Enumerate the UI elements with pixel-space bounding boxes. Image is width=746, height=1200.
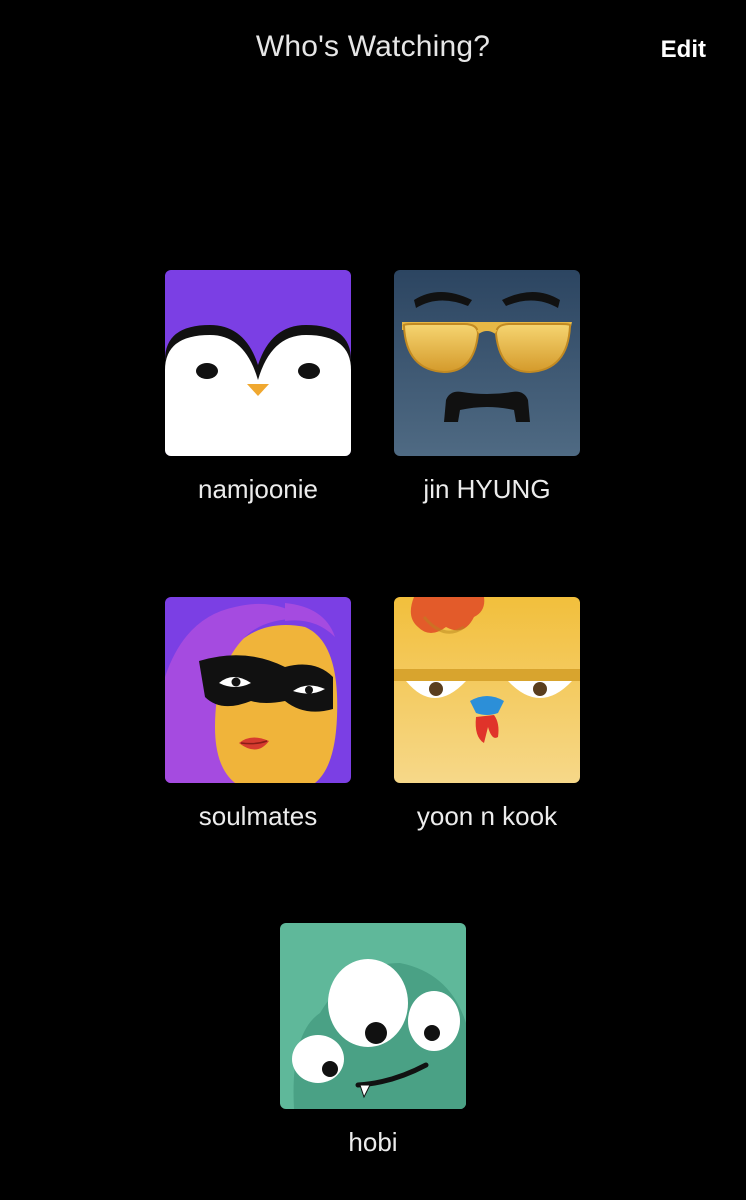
three-eyed-monster-avatar-icon[interactable] bbox=[280, 923, 466, 1109]
profile-yoon-n-kook[interactable]: yoon n kook bbox=[394, 597, 580, 832]
profile-jin-hyung[interactable]: jin HYUNG bbox=[394, 270, 580, 505]
profile-soulmates[interactable]: soulmates bbox=[165, 597, 351, 832]
profile-name: soulmates bbox=[198, 801, 318, 831]
penguin-avatar-icon[interactable] bbox=[165, 270, 351, 456]
edit-button[interactable]: Edit bbox=[661, 36, 706, 64]
profile-name: hobi bbox=[348, 1127, 398, 1157]
sunglasses-mustache-avatar-icon[interactable] bbox=[394, 270, 580, 456]
profile-name: namjoonie bbox=[198, 474, 318, 504]
header-title: Who's Watching? bbox=[255, 30, 491, 63]
profile-name: yoon n kook bbox=[416, 801, 558, 831]
profile-hobi[interactable]: hobi bbox=[280, 923, 466, 1158]
profile-namjoonie[interactable]: namjoonie bbox=[165, 270, 351, 505]
profile-name: jin HYUNG bbox=[423, 474, 551, 504]
chicken-avatar-icon[interactable] bbox=[394, 597, 580, 783]
masked-woman-avatar-icon[interactable] bbox=[165, 597, 351, 783]
